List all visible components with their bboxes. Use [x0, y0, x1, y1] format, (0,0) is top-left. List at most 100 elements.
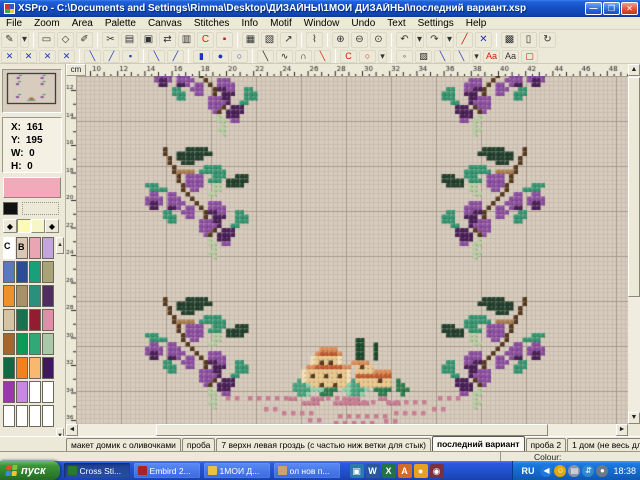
- library-icon[interactable]: ▦: [242, 32, 259, 48]
- pattern-tab-1[interactable]: макет домик с оливочками: [66, 438, 181, 451]
- straight-line-icon[interactable]: ╲: [434, 50, 451, 63]
- long-stitch-icon[interactable]: ╲: [314, 50, 331, 63]
- horizontal-scroll-thumb[interactable]: [156, 424, 548, 436]
- scroll-down-icon[interactable]: ▼: [628, 412, 640, 424]
- pointer-icon[interactable]: ↗: [280, 32, 297, 48]
- palette-swatch-5-3[interactable]: [42, 357, 54, 379]
- pencil-tool-icon[interactable]: ✎: [1, 32, 18, 48]
- copy-icon[interactable]: ▤: [121, 32, 138, 48]
- menu-file[interactable]: File: [0, 18, 28, 29]
- undo-icon[interactable]: ↶: [396, 32, 413, 48]
- new-page-icon[interactable]: ▯: [520, 32, 537, 48]
- palette-swatch-7-1[interactable]: [16, 405, 28, 427]
- arc-red-icon[interactable]: C: [340, 50, 357, 63]
- palette-swatch-0-1[interactable]: B: [16, 237, 28, 259]
- pattern-tab-5[interactable]: проба 2: [526, 438, 567, 451]
- palette-swatch-6-3[interactable]: [42, 381, 54, 403]
- petite-half-icon[interactable]: ╱: [103, 50, 120, 63]
- palette-swatch-5-0[interactable]: [3, 357, 15, 379]
- taskbar-task-3[interactable]: 1МОИ Д...: [204, 463, 270, 478]
- horizontal-scrollbar[interactable]: ◄ ►: [66, 424, 628, 436]
- vertical-stitch-icon[interactable]: ▮: [193, 50, 210, 63]
- vertical-scrollbar[interactable]: ▲ ▼: [628, 64, 640, 424]
- zoom-actual-icon[interactable]: ⊙: [370, 32, 387, 48]
- pattern-tab-6[interactable]: 1 дом (не весь для стыковки): [567, 438, 640, 451]
- font-large-icon[interactable]: Aa: [483, 50, 500, 63]
- redo-dropdown-icon[interactable]: ▾: [445, 32, 454, 48]
- palette-swatch-2-0[interactable]: [3, 285, 15, 307]
- delete-stitch-icon[interactable]: ✕: [475, 32, 492, 48]
- scroll-right-icon[interactable]: ►: [616, 424, 628, 436]
- palette-swatch-1-3[interactable]: [42, 261, 54, 283]
- full-cross-stitch-icon[interactable]: ✕: [1, 50, 18, 63]
- palette-swatch-4-3[interactable]: [42, 333, 54, 355]
- backstitch-right-icon[interactable]: ╱: [167, 50, 184, 63]
- palette-swatch-7-0[interactable]: [3, 405, 15, 427]
- maximize-button[interactable]: ❒: [603, 2, 620, 15]
- curve-stitch-icon[interactable]: ∿: [276, 50, 293, 63]
- undo-dropdown-icon[interactable]: ▾: [415, 32, 424, 48]
- menu-text[interactable]: Text: [381, 18, 411, 29]
- menu-window[interactable]: Window: [298, 18, 346, 29]
- palette-swatch-1-2[interactable]: [29, 261, 41, 283]
- zoom-in-icon[interactable]: ⊕: [332, 32, 349, 48]
- menu-palette[interactable]: Palette: [99, 18, 142, 29]
- vertical-scroll-thumb[interactable]: [628, 77, 640, 297]
- menu-info[interactable]: Info: [235, 18, 264, 29]
- palette-swatch-2-3[interactable]: [42, 285, 54, 307]
- volume-icon[interactable]: ▤: [568, 465, 580, 477]
- menu-area[interactable]: Area: [66, 18, 99, 29]
- select-shape-icon[interactable]: ◇: [57, 32, 74, 48]
- cut-icon[interactable]: ✂: [102, 32, 119, 48]
- menu-settings[interactable]: Settings: [412, 18, 460, 29]
- palette-swatch-3-0[interactable]: [3, 309, 15, 331]
- fabric-option-0[interactable]: ◆: [3, 219, 17, 233]
- start-button[interactable]: пуск: [0, 461, 60, 480]
- black-color-swatch[interactable]: [3, 202, 18, 215]
- pattern-tab-4[interactable]: последний вариант: [432, 436, 525, 451]
- palette-swatch-6-0[interactable]: [3, 381, 15, 403]
- palette-swatch-0-0[interactable]: C: [3, 237, 15, 259]
- select-rect-icon[interactable]: ▭: [38, 32, 55, 48]
- menu-help[interactable]: Help: [460, 18, 493, 29]
- menu-undo[interactable]: Undo: [345, 18, 381, 29]
- mirror-icon[interactable]: ▥: [178, 32, 195, 48]
- palette-swatch-0-2[interactable]: [29, 237, 41, 259]
- thread-icon[interactable]: ⌇: [306, 32, 323, 48]
- menu-zoom[interactable]: Zoom: [28, 18, 66, 29]
- stitch-canvas[interactable]: [76, 76, 628, 424]
- arc-stitch-icon[interactable]: ∩: [295, 50, 312, 63]
- fabric-option-3[interactable]: ◆: [45, 219, 59, 233]
- circle-dropdown-icon[interactable]: ▾: [378, 50, 387, 63]
- menu-motif[interactable]: Motif: [264, 18, 298, 29]
- taskbar-task-4[interactable]: ол нов п...: [274, 463, 340, 478]
- network-icon[interactable]: ●: [596, 465, 608, 477]
- player-icon[interactable]: ◉: [430, 464, 444, 478]
- acrobat-icon[interactable]: A: [398, 464, 412, 478]
- three-quarter-stitch-icon[interactable]: ✕: [20, 50, 37, 63]
- pencil-dropdown-icon[interactable]: ▾: [20, 32, 29, 48]
- messenger-icon[interactable]: ●: [414, 464, 428, 478]
- language-indicator[interactable]: RU: [521, 466, 534, 476]
- palette-swatch-3-2[interactable]: [29, 309, 41, 331]
- import-image-icon[interactable]: ▩: [501, 32, 518, 48]
- export-icon[interactable]: ▧: [261, 32, 278, 48]
- language-bar-icon[interactable]: ◀: [540, 465, 552, 477]
- palette-swatch-0-3[interactable]: [42, 237, 54, 259]
- flip-horizontal-icon[interactable]: ⇄: [159, 32, 176, 48]
- marquee-icon[interactable]: ▢: [521, 50, 538, 63]
- current-color-swatch[interactable]: [3, 177, 61, 198]
- fabric-option-1[interactable]: [17, 219, 31, 233]
- bead-filled-icon[interactable]: ●: [212, 50, 229, 63]
- redo-icon[interactable]: ↷: [426, 32, 443, 48]
- palette-swatch-6-1[interactable]: [16, 381, 28, 403]
- update-icon[interactable]: ⇵: [582, 465, 594, 477]
- palette-swatch-1-1[interactable]: [16, 261, 28, 283]
- palette-swatch-7-3[interactable]: [42, 405, 54, 427]
- close-button[interactable]: ✕: [621, 2, 638, 15]
- scroll-up-icon[interactable]: ▲: [628, 64, 640, 76]
- palette-swatch-2-1[interactable]: [16, 285, 28, 307]
- palette-swatch-4-0[interactable]: [3, 333, 15, 355]
- rotate-page-icon[interactable]: ↻: [539, 32, 556, 48]
- pattern-tab-2[interactable]: проба: [182, 438, 215, 451]
